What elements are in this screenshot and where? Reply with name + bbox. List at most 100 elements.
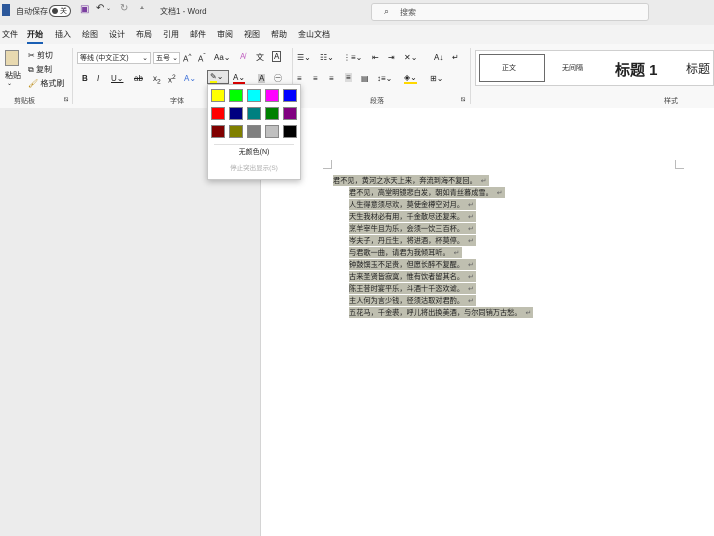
document-line[interactable]: 君不见，黄河之水天上来，奔流到海不复回。 ↵ xyxy=(333,175,489,186)
tab-file[interactable]: 文件 xyxy=(2,29,18,40)
color-swatch[interactable] xyxy=(283,125,297,138)
align-left-icon[interactable]: ≡ xyxy=(297,74,302,83)
line-text: 陈王昔时宴平乐，斗酒十千恣欢谑。 xyxy=(349,284,465,293)
color-swatch[interactable] xyxy=(265,125,279,138)
show-marks-icon[interactable]: ↵ xyxy=(452,53,459,62)
save-icon[interactable]: ▣ xyxy=(80,4,89,15)
font-size-combo[interactable]: 五号 ⌄ xyxy=(153,52,180,64)
sort-icon[interactable]: A↓ xyxy=(434,53,443,62)
tab-insert[interactable]: 插入 xyxy=(55,29,71,40)
bold-icon[interactable]: B xyxy=(82,74,88,83)
paste-dropdown-icon[interactable]: ⌄ xyxy=(7,80,12,87)
color-swatch[interactable] xyxy=(211,107,225,120)
tab-references[interactable]: 引用 xyxy=(163,29,179,40)
tab-draw[interactable]: 绘图 xyxy=(82,29,98,40)
document-line[interactable]: 天生我材必有用，千金散尽还复来。 ↵ xyxy=(349,211,476,222)
tab-help[interactable]: 帮助 xyxy=(271,29,287,40)
text-effects-icon[interactable]: A⌄ xyxy=(184,74,196,83)
bullets-icon[interactable]: ☰⌄ xyxy=(297,53,311,62)
enclose-character-icon[interactable]: ㊀ xyxy=(274,73,282,84)
document-line[interactable]: 岑夫子，丹丘生，将进酒，杯莫停。 ↵ xyxy=(349,235,476,246)
color-swatch[interactable] xyxy=(283,107,297,120)
line-text: 烹羊宰牛且为乐，会须一饮三百杯。 xyxy=(349,224,465,233)
document-line[interactable]: 人生得意须尽欢，莫使金樽空对月。 ↵ xyxy=(349,199,476,210)
cut-button[interactable]: ✂ 剪切 xyxy=(28,50,53,61)
tab-mailings[interactable]: 邮件 xyxy=(190,29,206,40)
format-painter-button[interactable]: 🖌 格式刷 xyxy=(28,78,64,89)
shading-icon[interactable]: ◈⌄ xyxy=(404,74,417,84)
tab-home[interactable]: 开始 xyxy=(27,29,43,44)
paragraph-launcher-icon[interactable]: ⧅ xyxy=(461,96,465,104)
undo-icon[interactable]: ↶ xyxy=(96,3,104,14)
style-normal[interactable]: 正文 xyxy=(502,63,516,73)
paragraph-mark-icon: ↵ xyxy=(468,274,474,281)
color-swatch[interactable] xyxy=(247,89,261,102)
increase-indent-icon[interactable]: ⇥ xyxy=(388,53,395,62)
document-line[interactable]: 主人何为言少钱，径须沽取对君酌。 ↵ xyxy=(349,295,476,306)
align-center-icon[interactable]: ≡ xyxy=(313,74,318,83)
document-line[interactable]: 五花马，千金裘，呼儿将出换美酒，与尔同销万古愁。 ↵ xyxy=(349,307,534,318)
document-line[interactable]: 君不见，高堂明镜悲白发，朝如青丝暮成雪。 ↵ xyxy=(349,187,505,198)
strikethrough-icon[interactable]: ab xyxy=(134,74,143,83)
color-swatch[interactable] xyxy=(229,89,243,102)
document-line[interactable]: 烹羊宰牛且为乐，会须一饮三百杯。 ↵ xyxy=(349,223,476,234)
italic-icon[interactable]: I xyxy=(97,74,99,83)
character-border-icon[interactable]: A xyxy=(272,51,282,62)
paragraph-mark-icon: ↵ xyxy=(468,202,474,209)
palette-divider xyxy=(214,144,294,145)
change-case-icon[interactable]: Aa⌄ xyxy=(214,53,231,62)
shrink-font-icon[interactable]: Aˇ xyxy=(198,53,206,64)
subscript-icon[interactable]: x2 xyxy=(153,74,161,86)
font-name-combo[interactable]: 等线 (中文正文) ⌄ xyxy=(77,52,151,64)
color-swatch[interactable] xyxy=(211,125,225,138)
color-swatch[interactable] xyxy=(283,89,297,102)
style-no-spacing[interactable]: 无间隔 xyxy=(562,63,583,73)
tab-view[interactable]: 视图 xyxy=(244,29,260,40)
redo-icon[interactable]: ↻ xyxy=(120,3,128,14)
decrease-indent-icon[interactable]: ⇤ xyxy=(372,53,379,62)
color-swatch[interactable] xyxy=(229,107,243,120)
tab-design[interactable]: 设计 xyxy=(109,29,125,40)
distributed-icon[interactable]: ▤ xyxy=(361,74,369,83)
line-spacing-icon[interactable]: ↕≡⌄ xyxy=(377,74,392,83)
document-line[interactable]: 与君歌一曲，请君为我倾耳听。 ↵ xyxy=(349,247,462,258)
underline-icon[interactable]: U⌄ xyxy=(111,74,123,83)
tab-layout[interactable]: 布局 xyxy=(136,29,152,40)
tab-kingsoft-docs[interactable]: 金山文档 xyxy=(298,29,330,40)
undo-dropdown-icon[interactable]: ⌄ xyxy=(106,5,111,12)
borders-icon[interactable]: ⊞⌄ xyxy=(430,74,443,83)
document-line[interactable]: 陈王昔时宴平乐，斗酒十千恣欢谑。 ↵ xyxy=(349,283,476,294)
color-swatch[interactable] xyxy=(265,107,279,120)
paste-icon[interactable] xyxy=(5,50,19,66)
customize-toolbar-icon[interactable]: ⩡ xyxy=(140,5,144,13)
grow-font-icon[interactable]: A^ xyxy=(183,53,191,64)
color-swatch[interactable] xyxy=(247,125,261,138)
autosave-state: 关 xyxy=(60,8,67,15)
style-heading[interactable]: 标题 xyxy=(686,60,710,77)
justify-icon[interactable]: ≡ xyxy=(345,73,352,82)
document-page[interactable]: 君不见，黄河之水天上来，奔流到海不复回。 ↵ 君不见，高堂明镜悲白发，朝如青丝暮成雪… xyxy=(260,108,714,536)
style-heading-1[interactable]: 标题 1 xyxy=(615,59,658,80)
superscript-icon[interactable]: x2 xyxy=(168,74,176,85)
color-swatch[interactable] xyxy=(229,125,243,138)
multilevel-list-icon[interactable]: ⋮≡⌄ xyxy=(343,53,362,62)
font-color-icon[interactable]: A⌄ xyxy=(233,74,246,84)
document-line[interactable]: 钟鼓馔玉不足贵，但愿长醉不复醒。 ↵ xyxy=(349,259,476,270)
color-swatch[interactable] xyxy=(211,89,225,102)
highlight-color-button[interactable]: ✎⌄ xyxy=(207,70,229,84)
search-box[interactable]: ⌕ 搜索 xyxy=(371,3,649,21)
clear-formatting-icon[interactable]: A̸ xyxy=(240,52,245,61)
character-shading-icon[interactable]: A xyxy=(258,74,266,83)
document-line[interactable]: 古来圣贤皆寂寞，惟有饮者留其名。 ↵ xyxy=(349,271,476,282)
copy-button[interactable]: ⧉ 复制 xyxy=(28,64,52,75)
phonetic-guide-icon[interactable]: 文 xyxy=(256,52,264,63)
no-color-option[interactable]: 无颜色(N) xyxy=(208,147,300,157)
chinese-layout-icon[interactable]: ✕⌄ xyxy=(404,53,417,62)
align-right-icon[interactable]: ≡ xyxy=(329,74,334,83)
color-swatch[interactable] xyxy=(247,107,261,120)
clipboard-launcher-icon[interactable]: ⧅ xyxy=(64,96,68,104)
color-swatch[interactable] xyxy=(265,89,279,102)
tab-review[interactable]: 审阅 xyxy=(217,29,233,40)
numbering-icon[interactable]: ☷⌄ xyxy=(320,53,334,62)
autosave-toggle[interactable]: 关 xyxy=(49,5,71,17)
